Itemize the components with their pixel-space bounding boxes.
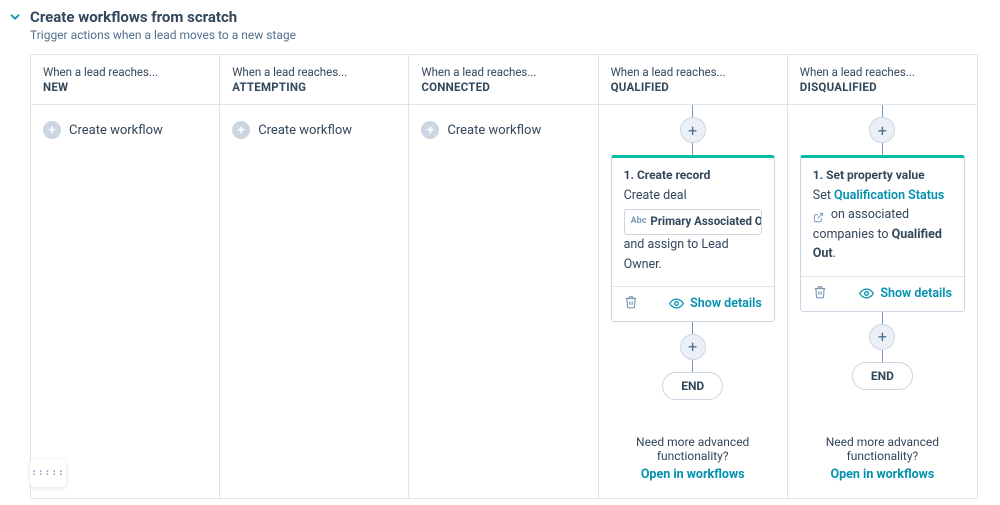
section-subtitle: Trigger actions when a lead moves to a n… — [30, 28, 296, 42]
column-header-prefix: When a lead reaches... — [611, 65, 775, 79]
drag-dots-icon: • • • • • • • • • • — [33, 470, 63, 476]
delete-icon[interactable] — [813, 285, 827, 303]
section-title: Create workflows from scratch — [30, 8, 296, 26]
chevron-down-icon[interactable] — [8, 10, 22, 28]
card-body: Set Qualification Status on associated c… — [801, 186, 964, 276]
column-body: + Create workflow — [220, 105, 408, 498]
connector-line — [882, 105, 883, 117]
advanced-text: Need more advanced functionality? — [800, 435, 965, 463]
create-workflow-label: Create workflow — [447, 123, 541, 138]
column-stage-name: DISQUALIFIED — [800, 80, 965, 94]
card-body: Create deal Abc Primary Associated Objec… — [612, 186, 774, 286]
show-details-button[interactable]: Show details — [669, 296, 762, 311]
card-title: 1. Create record — [612, 158, 774, 186]
column-header: When a lead reaches... QUALIFIED — [599, 55, 787, 105]
card-title: 1. Set property value — [801, 158, 964, 186]
delete-icon[interactable] — [624, 295, 638, 313]
add-action-button-top[interactable]: + — [680, 117, 706, 143]
workflow-column-disqualified: When a lead reaches... DISQUALIFIED + 1.… — [788, 55, 977, 498]
create-workflow-button[interactable]: + Create workflow — [43, 119, 207, 141]
section-heading-block: Create workflows from scratch Trigger ac… — [30, 8, 296, 42]
plus-icon: + — [421, 121, 439, 139]
action-card-create-record[interactable]: 1. Create record Create deal Abc Primary… — [611, 155, 775, 322]
column-stage-name: NEW — [43, 80, 207, 94]
external-link-icon — [813, 210, 824, 221]
workflow-column-qualified: When a lead reaches... QUALIFIED + 1. Cr… — [599, 55, 788, 498]
column-body: + 1. Create record Create deal Abc Prima… — [599, 105, 787, 498]
column-header-prefix: When a lead reaches... — [421, 65, 585, 79]
card-footer: Show details — [801, 276, 964, 311]
column-header-prefix: When a lead reaches... — [800, 65, 965, 79]
workflow-column-new: When a lead reaches... NEW + Create work… — [31, 55, 220, 498]
plus-icon: + — [43, 121, 61, 139]
column-header: When a lead reaches... DISQUALIFIED — [788, 55, 977, 105]
column-body: + 1. Set property value Set Qualificatio… — [788, 105, 977, 498]
end-node: END — [852, 362, 913, 390]
column-stage-name: ATTEMPTING — [232, 80, 396, 94]
token-text: Primary Associated Object Name — [650, 213, 761, 231]
workflow-columns-grid: When a lead reaches... NEW + Create work… — [30, 54, 978, 499]
create-workflow-button[interactable]: + Create workflow — [232, 119, 396, 141]
create-workflow-label: Create workflow — [69, 123, 163, 138]
property-token: Abc Primary Associated Object Name — [624, 209, 762, 235]
plus-icon: + — [232, 121, 250, 139]
connector-line — [692, 360, 693, 372]
column-header: When a lead reaches... CONNECTED — [409, 55, 597, 105]
column-body: + Create workflow — [31, 105, 219, 498]
add-action-button-bottom[interactable]: + — [869, 324, 895, 350]
column-footer: Need more advanced functionality? Open i… — [800, 435, 965, 488]
card-text: Set — [813, 188, 834, 203]
open-in-workflows-link[interactable]: Open in workflows — [611, 467, 775, 482]
show-details-label: Show details — [880, 286, 952, 301]
add-action-button-bottom[interactable]: + — [680, 334, 706, 360]
column-header: When a lead reaches... NEW — [31, 55, 219, 105]
abc-icon: Abc — [631, 215, 647, 229]
create-workflow-label: Create workflow — [258, 123, 352, 138]
add-action-button-top[interactable]: + — [869, 117, 895, 143]
workflow-column-connected: When a lead reaches... CONNECTED + Creat… — [409, 55, 598, 498]
column-body: + Create workflow — [409, 105, 597, 498]
column-header-prefix: When a lead reaches... — [43, 65, 207, 79]
connector-line — [882, 143, 883, 155]
show-details-label: Show details — [690, 296, 762, 311]
column-header: When a lead reaches... ATTEMPTING — [220, 55, 408, 105]
column-header-prefix: When a lead reaches... — [232, 65, 396, 79]
advanced-text: Need more advanced functionality? — [611, 435, 775, 463]
workflow-column-attempting: When a lead reaches... ATTEMPTING + Crea… — [220, 55, 409, 498]
column-stage-name: QUALIFIED — [611, 80, 775, 94]
end-node: END — [662, 372, 723, 400]
action-card-set-property[interactable]: 1. Set property value Set Qualification … — [800, 155, 965, 312]
card-text: . — [833, 246, 836, 261]
drag-handle[interactable]: • • • • • • • • • • — [30, 459, 66, 487]
eye-icon — [669, 296, 684, 311]
connector-line — [692, 322, 693, 334]
eye-icon — [859, 286, 874, 301]
card-line: and assign to Lead Owner. — [624, 235, 762, 274]
show-details-button[interactable]: Show details — [859, 286, 952, 301]
open-in-workflows-link[interactable]: Open in workflows — [800, 467, 965, 482]
column-footer: Need more advanced functionality? Open i… — [611, 435, 775, 488]
card-line: Create deal — [624, 186, 762, 205]
property-link[interactable]: Qualification Status — [834, 188, 944, 203]
create-workflow-button[interactable]: + Create workflow — [421, 119, 585, 141]
column-stage-name: CONNECTED — [421, 80, 585, 94]
connector-line — [882, 350, 883, 362]
connector-line — [692, 105, 693, 117]
section-header: Create workflows from scratch Trigger ac… — [0, 0, 1000, 48]
connector-line — [692, 143, 693, 155]
connector-line — [882, 312, 883, 324]
card-footer: Show details — [612, 286, 774, 321]
